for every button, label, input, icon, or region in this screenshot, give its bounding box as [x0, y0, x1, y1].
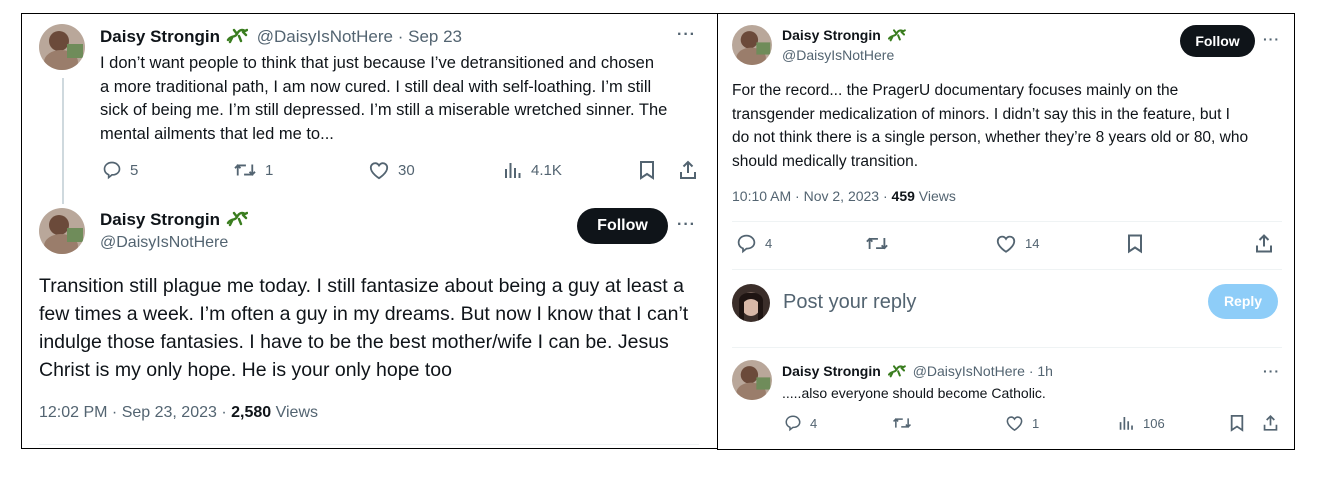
avatar-photo — [732, 284, 770, 322]
retweet-icon — [892, 418, 912, 428]
more-icon[interactable]: ··· — [677, 26, 696, 44]
views-action[interactable]: 4.1K — [503, 160, 562, 180]
retweet-icon — [866, 237, 888, 250]
bookmark-icon — [1230, 415, 1244, 432]
tweet-timestamp[interactable]: 12:02 PM · Sep 23, 2023 · 2,580 Views — [39, 404, 318, 422]
tweet-text: .....also everyone should become Catholi… — [782, 385, 1046, 401]
share-action[interactable] — [1254, 233, 1274, 254]
display-name[interactable]: Daisy Strongin — [100, 210, 220, 229]
divider — [39, 444, 699, 445]
reply-action[interactable]: 4 — [784, 414, 817, 432]
more-icon[interactable]: ··· — [677, 216, 696, 234]
divider — [732, 221, 1282, 222]
tweet-date[interactable]: · Sep 23 — [398, 27, 462, 46]
retweet-icon — [234, 164, 256, 176]
reply-input[interactable]: Post your reply — [783, 291, 916, 314]
tweet-header: Daisy Strongin @DaisyIsNotHere · 1h — [782, 363, 1053, 381]
bookmark-action[interactable] — [1126, 233, 1144, 254]
display-name[interactable]: Daisy Strongin — [782, 363, 881, 379]
reply-action[interactable]: 4 — [736, 233, 772, 254]
avatar[interactable] — [39, 24, 85, 70]
like-action[interactable]: 1 — [1005, 414, 1039, 432]
avatar[interactable] — [732, 360, 772, 400]
tweet-text: Transition still plague me today. I stil… — [39, 275, 689, 381]
divider — [732, 347, 1282, 348]
more-icon[interactable]: ··· — [1263, 31, 1280, 47]
avatar-photo — [39, 24, 85, 70]
divider — [732, 269, 1282, 270]
reply-icon — [785, 415, 801, 432]
handle[interactable]: @DaisyIsNotHere — [257, 27, 393, 46]
share-icon — [1256, 234, 1272, 253]
display-name[interactable]: Daisy Strongin — [782, 27, 881, 43]
handle[interactable]: @DaisyIsNotHere — [782, 47, 894, 63]
like-action[interactable]: 30 — [368, 160, 415, 180]
avatar-photo — [732, 360, 772, 400]
tweet-text: For the record... the PragerU documentar… — [732, 82, 1249, 170]
reply-icon — [737, 234, 756, 254]
like-icon — [996, 235, 1016, 253]
like-icon — [369, 162, 389, 180]
left-tweet-thread-panel: Daisy Strongin @DaisyIsNotHere · Sep 23 … — [21, 13, 718, 449]
gecko-emoji-icon — [887, 27, 906, 45]
views-icon — [505, 163, 521, 178]
share-icon — [680, 160, 696, 179]
retweet-action[interactable] — [892, 414, 912, 432]
tweet-header: Daisy Strongin @DaisyIsNotHere · Sep 23 — [100, 26, 462, 49]
reply-button[interactable]: Reply — [1208, 284, 1278, 319]
share-action[interactable] — [678, 160, 698, 180]
views-icon — [1119, 417, 1133, 430]
tweet-header: Daisy Strongin — [782, 27, 906, 45]
right-tweet-detail-panel: Daisy Strongin @DaisyIsNotHere Follow ··… — [717, 13, 1295, 450]
like-action[interactable]: 14 — [995, 233, 1039, 254]
view-count: 2,580 — [231, 404, 272, 421]
thread-connector-line — [62, 78, 64, 204]
gecko-emoji-icon — [226, 26, 249, 49]
tweet-text: I don’t want people to think that just b… — [100, 54, 668, 143]
views-action[interactable]: 106 — [1118, 414, 1165, 432]
like-icon — [1006, 416, 1023, 432]
tweet-header: Daisy Strongin — [100, 209, 249, 232]
user-avatar[interactable] — [732, 284, 770, 322]
handle[interactable]: @DaisyIsNotHere — [100, 234, 228, 252]
reply-action[interactable]: 5 — [102, 160, 138, 180]
display-name[interactable]: Daisy Strongin — [100, 27, 220, 46]
avatar-photo — [732, 25, 772, 65]
bookmark-action[interactable] — [1229, 414, 1245, 432]
gecko-emoji-icon — [226, 209, 249, 232]
more-icon[interactable]: ··· — [1263, 363, 1280, 379]
handle[interactable]: @DaisyIsNotHere — [913, 363, 1025, 379]
retweet-action[interactable] — [865, 233, 889, 254]
retweet-action[interactable]: 1 — [233, 160, 273, 180]
tweet-timestamp[interactable]: 10:10 AM · Nov 2, 2023 · 459 Views — [732, 188, 956, 204]
share-action[interactable] — [1262, 414, 1279, 432]
share-icon — [1263, 414, 1278, 431]
follow-button[interactable]: Follow — [1180, 25, 1255, 57]
reply-icon — [103, 161, 121, 180]
view-count: 459 — [891, 188, 915, 204]
avatar-photo — [39, 208, 85, 254]
avatar[interactable] — [39, 208, 85, 254]
follow-button[interactable]: Follow — [577, 208, 668, 244]
avatar[interactable] — [732, 25, 772, 65]
bookmark-icon — [1128, 234, 1142, 254]
bookmark-icon — [640, 161, 654, 180]
tweet-time[interactable]: · 1h — [1029, 363, 1053, 379]
gecko-emoji-icon — [887, 363, 906, 381]
bookmark-action[interactable] — [638, 160, 656, 180]
